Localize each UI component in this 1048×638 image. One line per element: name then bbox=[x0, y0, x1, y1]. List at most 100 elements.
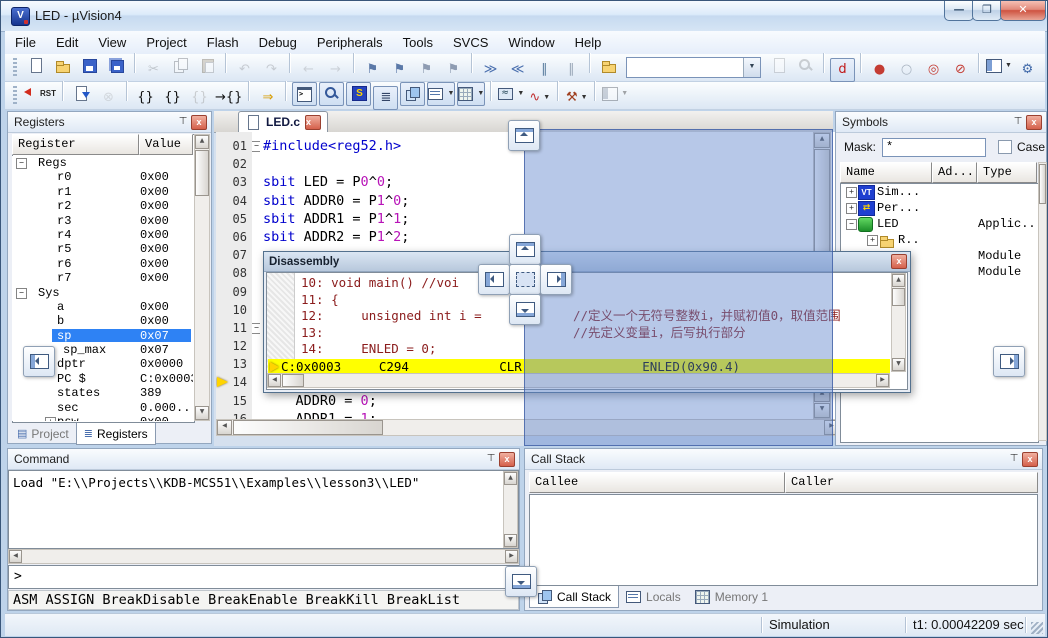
column-register[interactable]: Register bbox=[12, 134, 139, 155]
close-icon[interactable]: x bbox=[1022, 452, 1038, 467]
scroll-down-icon[interactable]: ▼ bbox=[504, 534, 517, 547]
register-row-r7[interactable]: r70x00 bbox=[12, 271, 193, 285]
scroll-up-icon[interactable]: ▲ bbox=[504, 472, 517, 485]
scroll-up-icon[interactable]: ▲ bbox=[892, 274, 905, 287]
reset-cpu-button[interactable]: RST bbox=[23, 82, 57, 106]
menu-project[interactable]: Project bbox=[136, 31, 196, 54]
expander-icon[interactable]: + bbox=[846, 203, 857, 214]
scroll-thumb[interactable] bbox=[282, 374, 304, 387]
comment-button[interactable]: ∥ bbox=[532, 58, 557, 82]
gutter-line-03[interactable]: 03 bbox=[216, 173, 252, 191]
step-out-button[interactable]: {} bbox=[187, 86, 212, 110]
register-row-r1[interactable]: r10x00 bbox=[12, 185, 193, 199]
menu-flash[interactable]: Flash bbox=[197, 31, 249, 54]
close-icon[interactable]: x bbox=[891, 254, 907, 269]
analysis-window-button[interactable]: ∿▼ bbox=[527, 86, 552, 110]
symbol-row-per[interactable]: +Per... bbox=[841, 200, 1038, 216]
gutter-line-01[interactable]: 01 bbox=[216, 137, 252, 155]
gutter-line-09[interactable]: 09 bbox=[216, 283, 252, 301]
column-type[interactable]: Type bbox=[977, 162, 1037, 183]
dock-guide-left[interactable] bbox=[23, 346, 55, 377]
undo-button[interactable]: ↶ bbox=[232, 58, 257, 82]
run-to-cursor-button[interactable]: →{} bbox=[214, 86, 243, 110]
disassembly-vertical-scrollbar[interactable]: ▲ ▼ bbox=[891, 273, 906, 372]
scroll-thumb[interactable] bbox=[233, 420, 383, 435]
expander-icon[interactable]: + bbox=[846, 187, 857, 198]
gutter-line-10[interactable]: 10 bbox=[216, 301, 252, 319]
start-stop-debug-button[interactable]: d bbox=[830, 58, 855, 82]
symbols-vertical-scrollbar[interactable] bbox=[1038, 162, 1047, 441]
watch-window-button[interactable]: ▼ bbox=[427, 82, 455, 106]
dock-cross-center[interactable] bbox=[509, 264, 541, 295]
gutter-line-15[interactable]: 15 bbox=[216, 392, 252, 410]
callstack-body[interactable] bbox=[529, 494, 1038, 586]
stop-button[interactable]: ⊗ bbox=[96, 86, 121, 110]
pin-icon[interactable]: ⊤ bbox=[1010, 115, 1026, 130]
column-callee[interactable]: Callee bbox=[529, 472, 785, 493]
redo-button[interactable]: ↷ bbox=[259, 58, 284, 82]
dock-guide-bottom[interactable] bbox=[505, 566, 537, 597]
open-file-button[interactable] bbox=[50, 54, 75, 78]
register-row-r2[interactable]: r20x00 bbox=[12, 199, 193, 213]
menu-peripherals[interactable]: Peripherals bbox=[307, 31, 393, 54]
command-input[interactable]: > bbox=[8, 565, 519, 589]
register-row-r6[interactable]: r60x00 bbox=[12, 257, 193, 271]
resize-grip[interactable] bbox=[1031, 622, 1043, 634]
tab-locals[interactable]: Locals bbox=[619, 586, 688, 607]
scroll-thumb[interactable] bbox=[892, 288, 905, 306]
menu-debug[interactable]: Debug bbox=[249, 31, 307, 54]
menu-window[interactable]: Window bbox=[498, 31, 564, 54]
close-icon[interactable]: x bbox=[499, 452, 515, 467]
find-button[interactable] bbox=[766, 54, 791, 78]
dock-cross-up[interactable] bbox=[509, 234, 541, 265]
toolbar-grip[interactable] bbox=[13, 58, 17, 78]
navigate-forward-button[interactable]: → bbox=[323, 58, 348, 82]
disassembly-window-button[interactable] bbox=[319, 82, 344, 106]
menu-tools[interactable]: Tools bbox=[393, 31, 443, 54]
scroll-thumb[interactable] bbox=[195, 150, 209, 196]
window-layout-button[interactable]: ▼ bbox=[985, 54, 1013, 78]
expander-icon[interactable]: − bbox=[846, 219, 857, 230]
close-tab-icon[interactable]: x bbox=[305, 115, 321, 130]
disable-all-breakpoints-button[interactable]: ◎ bbox=[921, 58, 946, 82]
menu-edit[interactable]: Edit bbox=[46, 31, 88, 54]
debug-restore-views-button[interactable]: ▼ bbox=[601, 82, 629, 106]
symbol-window-button[interactable] bbox=[346, 82, 371, 106]
save-all-button[interactable] bbox=[104, 54, 129, 78]
bookmark-previous-button[interactable]: ⚑ bbox=[414, 58, 439, 82]
register-row-r0[interactable]: r00x00 bbox=[12, 170, 193, 184]
scroll-right-icon[interactable]: ▶ bbox=[876, 374, 889, 387]
step-over-button[interactable]: {} bbox=[160, 86, 185, 110]
close-icon[interactable]: x bbox=[191, 115, 207, 130]
expander-icon[interactable]: + bbox=[867, 235, 878, 246]
register-row-a[interactable]: a0x00 bbox=[12, 300, 193, 314]
new-file-button[interactable] bbox=[23, 54, 48, 78]
menu-file[interactable]: File bbox=[5, 31, 46, 54]
dock-cross-left[interactable] bbox=[478, 264, 510, 295]
titlebar[interactable]: V LED - µVision4 — ❐ ✕ bbox=[1, 1, 1048, 32]
paste-button[interactable] bbox=[195, 54, 220, 78]
memory-window-button[interactable]: ▼ bbox=[457, 82, 485, 106]
pin-icon[interactable]: ⊤ bbox=[483, 452, 499, 467]
scroll-down-icon[interactable]: ▼ bbox=[892, 358, 905, 371]
dock-cross-down[interactable] bbox=[509, 294, 541, 325]
expander-icon[interactable]: − bbox=[16, 158, 27, 169]
tab-call-stack[interactable]: Call Stack bbox=[529, 586, 619, 608]
dock-cross-right[interactable] bbox=[540, 264, 572, 295]
register-row-psw[interactable]: +psw0x00 bbox=[12, 415, 193, 421]
close-icon[interactable]: x bbox=[1026, 115, 1042, 130]
gutter-line-07[interactable]: 07 bbox=[216, 246, 252, 264]
bookmark-clear-all-button[interactable]: ⚑ bbox=[441, 58, 466, 82]
column-name[interactable]: Name bbox=[840, 162, 932, 183]
register-row-b[interactable]: b0x00 bbox=[12, 314, 193, 328]
scroll-thumb[interactable] bbox=[1039, 164, 1046, 204]
step-into-button[interactable]: {} bbox=[133, 86, 158, 110]
search-input[interactable] bbox=[627, 58, 743, 77]
scroll-down-icon[interactable]: ▼ bbox=[195, 406, 209, 420]
toolbar-grip[interactable] bbox=[13, 86, 17, 106]
menu-view[interactable]: View bbox=[88, 31, 136, 54]
gutter-line-05[interactable]: 05 bbox=[216, 210, 252, 228]
dock-guide-right[interactable] bbox=[993, 346, 1025, 377]
search-combobox[interactable]: ▼ bbox=[626, 57, 761, 78]
serial-window-button[interactable]: ▼ bbox=[497, 82, 525, 106]
